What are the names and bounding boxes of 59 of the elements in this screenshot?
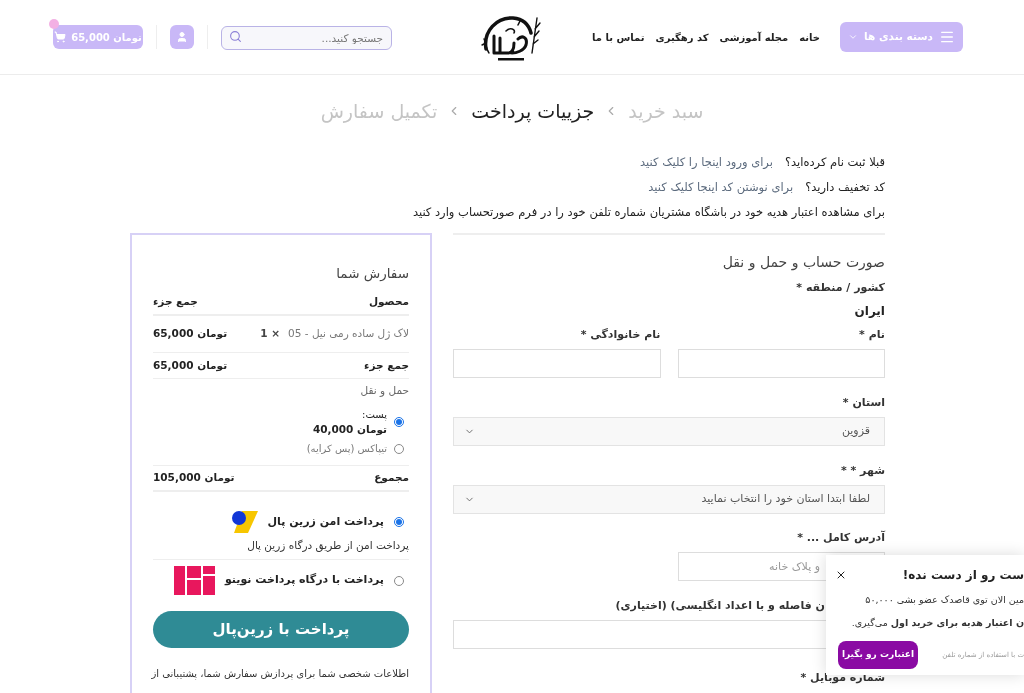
field-label: نام خانوادگی * — [580, 327, 661, 343]
text-field[interactable] — [453, 349, 661, 378]
product-name: لاک ژل ساده رمی نیل - 05 — [288, 326, 409, 342]
radio-button[interactable] — [394, 444, 404, 454]
text-field[interactable] — [677, 349, 885, 378]
section-title: صورت حساب و حمل و نقل — [722, 253, 885, 273]
nav-link[interactable]: کد رهگیری — [655, 29, 709, 45]
total-label: مجموع — [374, 470, 409, 486]
gateway-logo-icon — [173, 566, 215, 595]
gateway-logo-icon — [231, 511, 258, 533]
field-label: آدرس کامل ... * — [797, 530, 885, 546]
close-icon[interactable] — [835, 569, 847, 581]
user-icon — [176, 31, 188, 43]
field-label: کشور / منطقه * — [796, 280, 885, 296]
pay-button[interactable]: پرداخت با زرین‌پال — [153, 611, 409, 648]
popup-title: ست رو از دست نده! — [902, 567, 1024, 584]
notice-text: قبلا ثبت نام کرده‌اید؟ — [784, 154, 885, 172]
radio-button[interactable] — [394, 417, 404, 427]
payment-description: پرداخت امن از طریق درگاه زرین پال — [247, 538, 409, 553]
notice-text: کد تخفیف دارید؟ — [805, 179, 885, 197]
nav-link[interactable]: خانه — [799, 29, 820, 45]
claim-credit-button[interactable]: اعتبارت رو بگیرا — [838, 641, 918, 669]
column-header: جمع جزء — [153, 294, 198, 309]
chevron-down-icon — [848, 32, 858, 42]
radio-button[interactable] — [394, 575, 404, 586]
field-label: نام * — [859, 327, 885, 343]
search-icon — [229, 30, 242, 43]
search-field[interactable]: جستجو کنید... — [221, 26, 392, 50]
select-field[interactable]: قزوین — [453, 417, 885, 446]
subtotal-label: جمع جزء — [364, 357, 409, 374]
nav-link[interactable]: تماس با ما — [592, 29, 645, 45]
field-value: ایران — [854, 303, 885, 319]
product-total: تومان 65,000 — [153, 326, 228, 342]
shipping-option[interactable]: پست: — [362, 408, 387, 422]
privacy-text: اطلاعات شخصی شما برای پردازش سفارش شما، پشتیبانی از — [151, 667, 409, 682]
field-label: شهر * * — [840, 463, 885, 479]
total-value: تومان 105,000 — [153, 470, 235, 486]
payment-method[interactable]: پرداخت امن زرین پال — [267, 513, 384, 531]
order-title: سفارش شما — [336, 264, 409, 283]
popup-text: مین الان توی قاصدک عضو بشی ۵۰,۰۰۰ — [865, 593, 1024, 607]
notice-text: برای مشاهده اعتبار هدیه خود در باشگاه مشتریان شماره تلفن خود را در فرم صورتحساب وارد کنید — [412, 204, 885, 222]
menu-icon — [939, 29, 955, 45]
field-label: ن فاصله و با اعداد انگلیسی) (اختیاری) — [615, 598, 825, 614]
select-field[interactable]: لطفا ابتدا استان خود را انتخاب نمایید — [453, 485, 885, 514]
notice-link[interactable]: برای ورود اینجا را کلیک کنید — [640, 154, 773, 172]
shipping-label: حمل و نقل — [360, 383, 409, 398]
column-header: محصول — [368, 294, 409, 309]
shipping-price: تومان 40,000 — [312, 422, 387, 436]
cart-icon — [54, 31, 67, 43]
radio-button[interactable] — [394, 517, 404, 527]
breadcrumb-link[interactable]: جزییات پرداخت — [471, 97, 595, 125]
subtotal-value: تومان 65,000 — [153, 357, 228, 374]
shipping-option[interactable]: تیپاکس (پس کرایه) — [306, 442, 387, 456]
payment-method[interactable]: پرداخت با درگاه پرداخت نوینو — [224, 572, 384, 589]
nav-link[interactable]: مجله آموزشی — [719, 29, 789, 45]
product-quantity: × 1 — [260, 326, 281, 342]
field-label: استان * — [842, 395, 885, 411]
popup-text: ن اعتبار هدیه برای خرید اول می‌گیری. — [851, 616, 1024, 630]
notice-link[interactable]: برای نوشتن کد اینجا کلیک کنید — [648, 179, 794, 197]
